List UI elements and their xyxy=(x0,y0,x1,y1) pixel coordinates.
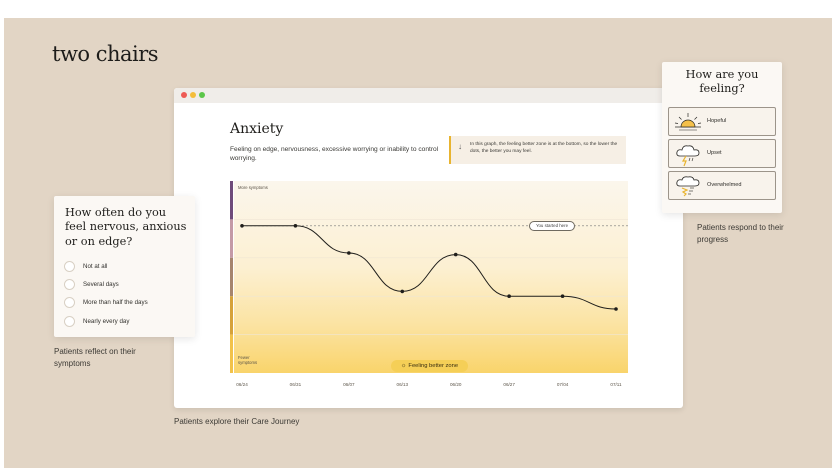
option-more-than-half[interactable]: More than half the days xyxy=(64,296,148,308)
info-note: ↓ In this graph, the feeling better zone… xyxy=(449,136,626,164)
storm-cloud-icon xyxy=(676,145,700,167)
severity-bar-segment xyxy=(230,257,233,297)
x-tick-label: 07/11 xyxy=(610,382,622,387)
anxiety-chart: 06/24 06/31 06/07 06/13 06/20 06/27 07/04 07/11… xyxy=(230,181,628,391)
data-point[interactable] xyxy=(453,252,458,257)
brand-logo: two chairs xyxy=(52,42,159,66)
data-point[interactable] xyxy=(614,307,618,311)
x-tick-label: 06/13 xyxy=(397,382,409,387)
feeling-option-hopeful[interactable]: Hopeful xyxy=(668,107,776,136)
questionnaire-title: How often do you feel nervous, anxious o… xyxy=(65,206,187,248)
radio-button[interactable] xyxy=(64,260,75,272)
feeling-option-upset[interactable]: Upset xyxy=(668,139,776,168)
page-title: Anxiety xyxy=(230,121,284,137)
option-label: More than half the days xyxy=(83,298,148,306)
tornado-cloud-icon xyxy=(676,176,700,197)
radio-button[interactable] xyxy=(64,278,75,290)
radio-button[interactable] xyxy=(64,315,75,327)
x-tick-label: 06/24 xyxy=(236,382,248,387)
data-point[interactable] xyxy=(400,289,405,294)
severity-bar-segment xyxy=(230,334,233,373)
feeling-label: Overwhelmed xyxy=(707,182,742,188)
window-minimize-dot[interactable] xyxy=(190,92,196,98)
sun-icon: ☼ xyxy=(400,363,407,369)
window-close-dot[interactable] xyxy=(181,92,187,98)
window-maximize-dot[interactable] xyxy=(199,92,205,98)
severity-bar-segment xyxy=(230,219,233,258)
feelings-title: How are you feeling? xyxy=(685,68,759,95)
feeling-label: Hopeful xyxy=(707,118,727,124)
down-arrow-icon: ↓ xyxy=(458,142,462,151)
caption-reflect: Patients reflect on their symptoms xyxy=(54,347,136,368)
browser-window: Anxiety Feeling on edge, nervousness, ex… xyxy=(174,88,683,408)
option-nearly-every-day[interactable]: Nearly every day xyxy=(64,315,129,327)
severity-bar-segment xyxy=(230,296,233,335)
caption-explore: Patients explore their Care Journey xyxy=(174,417,300,426)
x-tick-label: 07/04 xyxy=(557,382,569,387)
option-not-at-all[interactable]: Not at all xyxy=(64,260,107,272)
x-tick-label: 06/20 xyxy=(450,382,462,387)
sunrise-icon xyxy=(674,113,702,131)
severity-bar-segment xyxy=(230,181,233,220)
started-here-badge: You started here xyxy=(529,220,575,231)
info-note-text: In this graph, the feeling better zone i… xyxy=(470,142,618,154)
questionnaire-card: How often do you feel nervous, anxious o… xyxy=(54,196,195,337)
x-tick-label: 06/31 xyxy=(290,382,302,387)
x-tick-label: 06/27 xyxy=(503,382,515,387)
option-label: Nearly every day xyxy=(83,317,130,325)
feeling-option-overwhelmed[interactable]: Overwhelmed xyxy=(668,171,776,200)
zone-label: Feeling better zone xyxy=(408,363,459,369)
option-label: Several days xyxy=(83,280,119,288)
feeling-better-zone-pill: ☼ Feeling better zone xyxy=(391,360,468,372)
data-point[interactable] xyxy=(560,294,565,298)
option-label: Not at all xyxy=(83,262,108,270)
feeling-label: Upset xyxy=(707,150,722,156)
more-symptoms-label: More symptoms xyxy=(238,185,268,190)
data-point[interactable] xyxy=(507,294,511,298)
fewer-symptoms-label: Fewer symptoms xyxy=(238,355,258,365)
option-several-days[interactable]: Several days xyxy=(64,278,119,290)
data-point[interactable] xyxy=(347,251,351,255)
feelings-card: How are you feeling? Hopeful Upset Overw… xyxy=(662,62,782,213)
page-description: Feeling on edge, nervousness, excessive … xyxy=(230,146,439,162)
data-point[interactable] xyxy=(240,224,244,228)
data-point[interactable] xyxy=(293,224,298,228)
radio-button[interactable] xyxy=(64,296,75,308)
x-tick-label: 06/07 xyxy=(343,382,355,387)
caption-respond: Patients respond to their progress xyxy=(697,223,784,244)
browser-titlebar xyxy=(174,88,683,103)
chart-plot-area xyxy=(234,181,628,373)
